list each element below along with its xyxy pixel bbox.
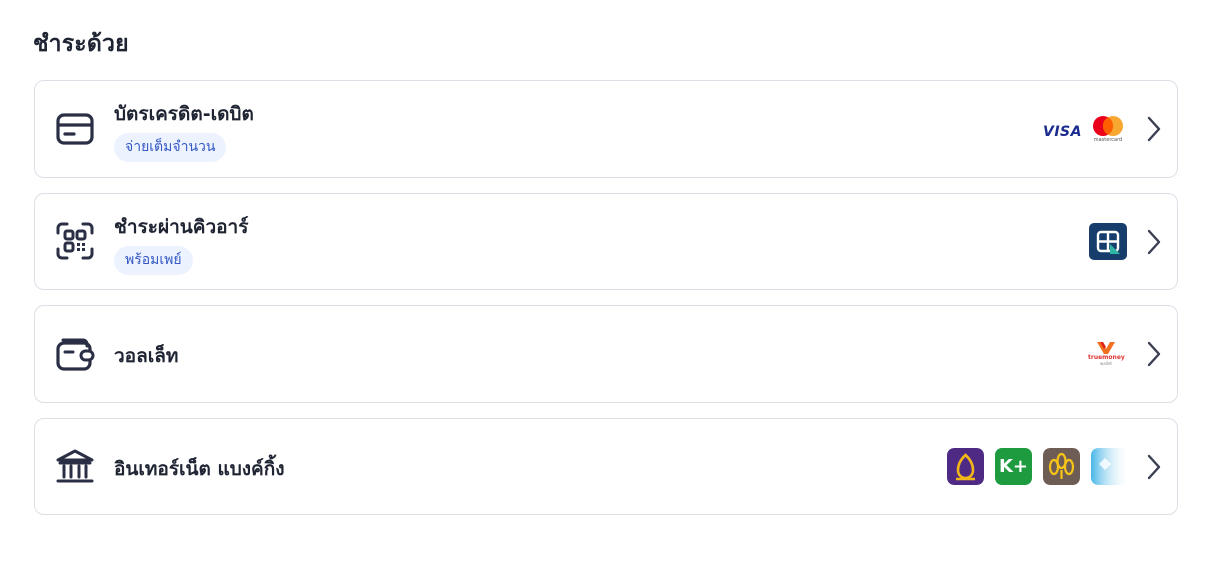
mastercard-logo-text: mastercard [1093, 137, 1123, 143]
option-title: ชำระผ่านคิวอาร์ [114, 216, 249, 238]
credit-card-icon [56, 113, 94, 145]
visa-logo: VISA [1043, 121, 1082, 140]
payment-option-card[interactable]: บัตรเครดิต-เดบิต จ่ายเต็มจำนวน VISA mast… [34, 80, 1178, 178]
truemoney-logo-text: truemoney [1088, 354, 1125, 361]
thai-qr-payment-logo [1089, 223, 1127, 260]
option-title: วอลเล็ท [114, 345, 179, 367]
option-title: บัตรเครดิต-เดบิต [114, 103, 254, 125]
chevron-right-icon [1147, 341, 1161, 367]
truemoney-w-mark [1097, 342, 1115, 354]
option-badge: จ่ายเต็มจำนวน [114, 133, 227, 162]
bank-logos: K+ [947, 448, 1128, 485]
payment-option-internet-banking[interactable]: อินเทอร์เน็ต แบงค์กิ้ง K+ [34, 418, 1178, 515]
truemoney-wallet-logo: truemoney wallet [1088, 340, 1125, 368]
wallet-icon [56, 338, 95, 371]
payment-option-wallet[interactable]: วอลเล็ท truemoney wallet [34, 305, 1178, 403]
visa-logo-text: VISA [1043, 124, 1082, 140]
option-title: อินเทอร์เน็ต แบงค์กิ้ง [114, 458, 285, 480]
scb-logo [947, 448, 984, 485]
krungsri-logo [1043, 448, 1080, 485]
qr-scan-icon [56, 222, 94, 260]
chevron-right-icon [1147, 116, 1161, 142]
chevron-right-icon [1147, 454, 1161, 480]
bank-icon [56, 449, 94, 483]
option-badge: พร้อมเพย์ [114, 246, 193, 275]
truemoney-logo-subtext: wallet [1100, 361, 1112, 366]
payment-method-page: ชำระด้วย บัตรเครดิต-เดบิต จ่ายเต็มจำนวน … [0, 0, 1213, 562]
payment-option-qr[interactable]: ชำระผ่านคิวอาร์ พร้อมเพย์ [34, 193, 1178, 290]
chevron-right-icon [1147, 229, 1161, 255]
mastercard-logo: mastercard [1091, 115, 1125, 143]
page-title: ชำระด้วย [33, 31, 129, 57]
ktb-logo [1091, 448, 1128, 485]
kplus-logo: K+ [995, 448, 1032, 485]
mastercard-circles [1093, 116, 1123, 136]
